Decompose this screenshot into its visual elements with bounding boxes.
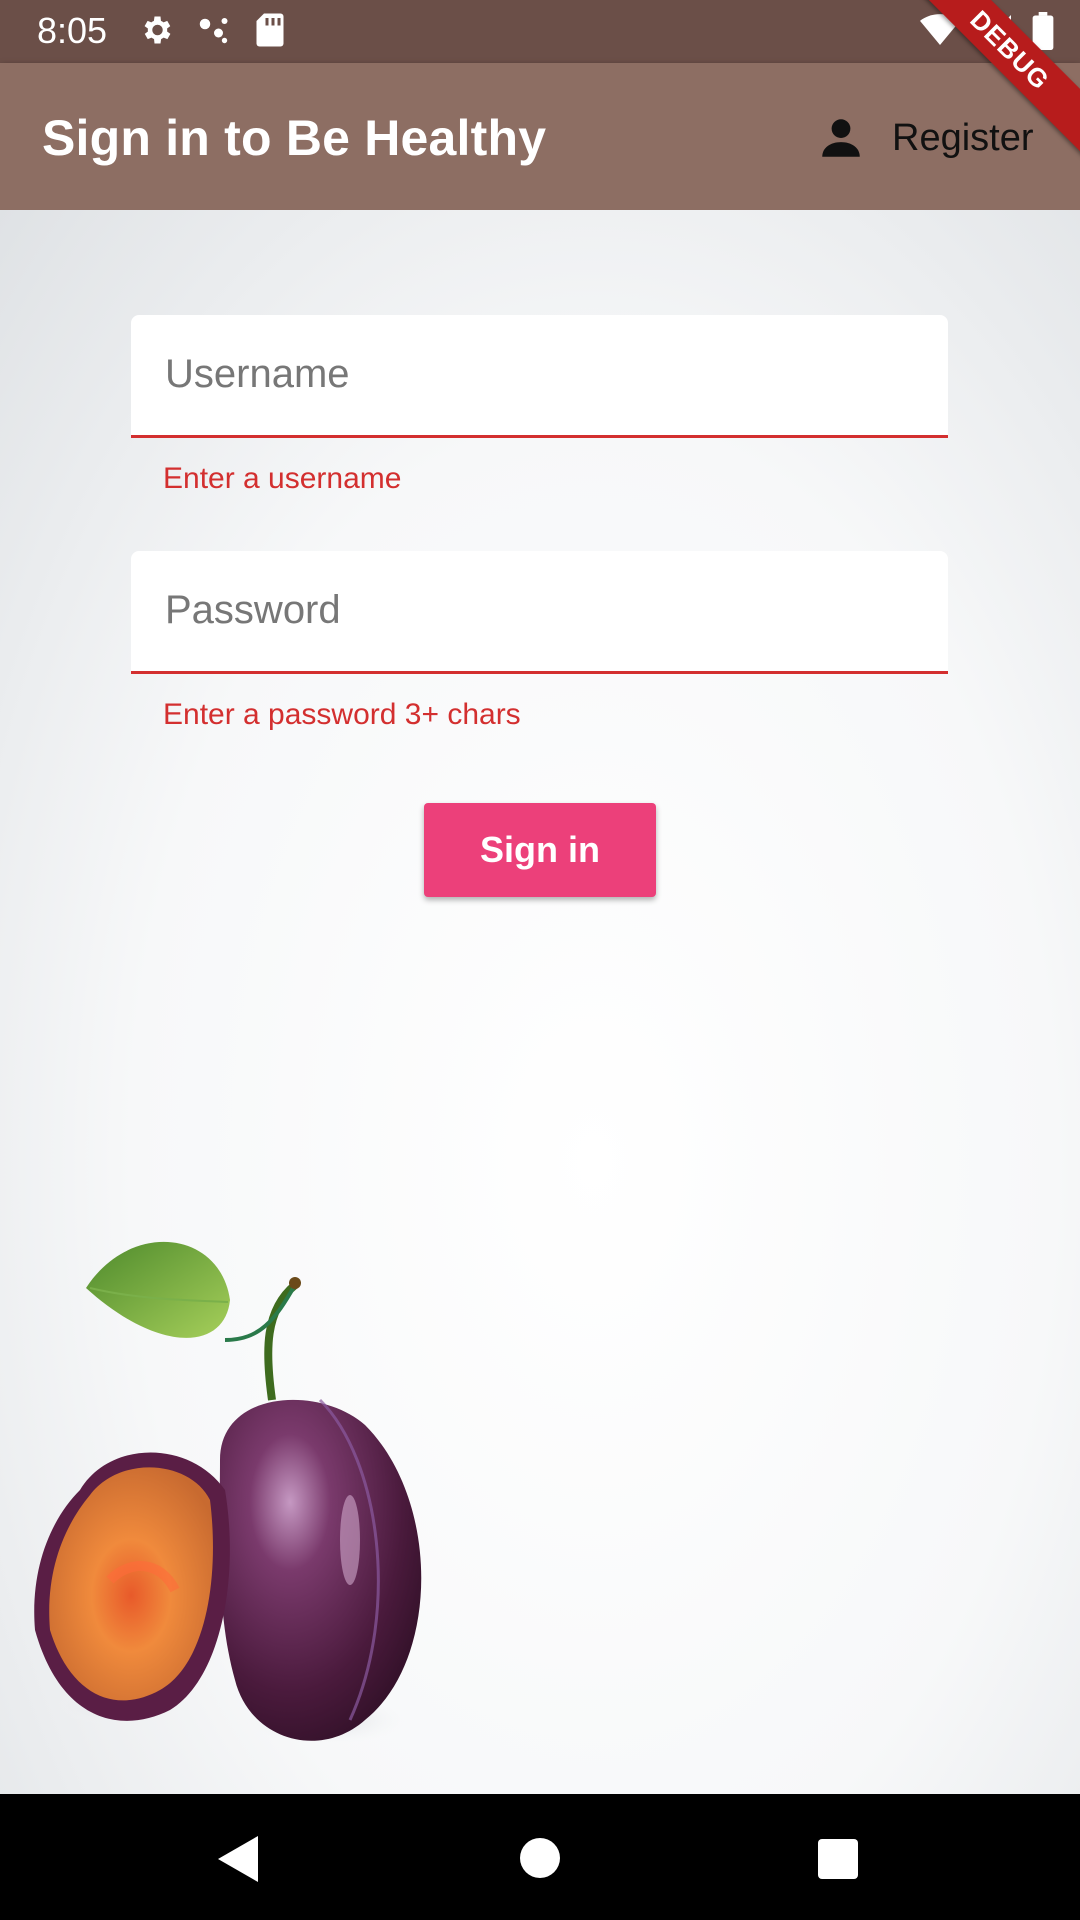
settings-icon: [138, 12, 174, 48]
sign-in-button[interactable]: Sign in: [424, 803, 656, 897]
register-button[interactable]: Register: [816, 103, 1034, 173]
navigation-bar: [0, 1794, 1080, 1920]
plum-icon: [20, 1160, 440, 1765]
recents-icon[interactable]: [818, 1839, 858, 1884]
back-icon[interactable]: [218, 1836, 258, 1887]
password-error: Enter a password 3+ chars: [163, 698, 521, 731]
home-icon[interactable]: [520, 1838, 560, 1883]
username-error: Enter a username: [163, 462, 402, 495]
page-title: Sign in to Be Healthy: [42, 110, 547, 166]
notification-dots-icon: [196, 12, 232, 48]
username-field: [131, 315, 948, 438]
main-content: Enter a username Enter a password 3+ cha…: [0, 210, 1080, 1794]
status-bar: 8:05: [0, 0, 1080, 63]
username-input[interactable]: [163, 343, 927, 405]
password-input[interactable]: [163, 579, 927, 641]
register-label: Register: [892, 116, 1034, 159]
person-icon: [816, 113, 866, 163]
sd-card-icon: [254, 12, 286, 48]
status-icons-left: [138, 12, 286, 48]
password-field: [131, 551, 948, 674]
status-time: 8:05: [37, 10, 108, 51]
app-bar: Sign in to Be Healthy Register: [0, 63, 1080, 210]
